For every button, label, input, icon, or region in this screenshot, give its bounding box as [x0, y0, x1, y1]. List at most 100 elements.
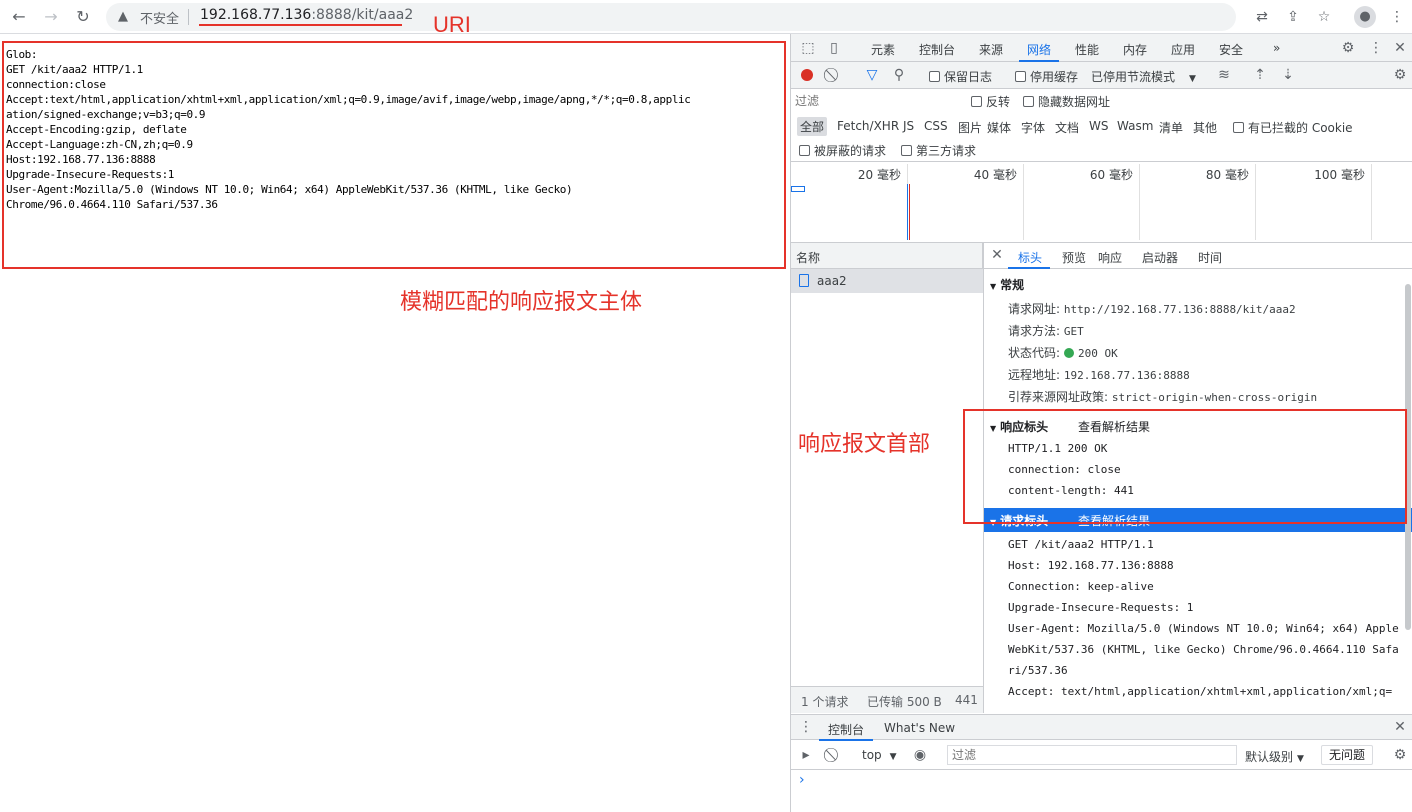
type-filter-3[interactable]: CSS: [924, 119, 948, 133]
drawer-tab-console[interactable]: 控制台: [828, 721, 864, 738]
issues-button[interactable]: 无问题: [1321, 745, 1373, 765]
insecure-label: 不安全: [140, 12, 180, 27]
console-settings-icon[interactable]: ⚙: [1391, 746, 1409, 764]
blocked-cookies-checkbox[interactable]: 有已拦截的 Cookie: [1233, 119, 1353, 136]
throttle-select[interactable]: 已停用节流模式 ▼: [1091, 68, 1196, 85]
device-toolbar-icon[interactable]: ▯: [825, 39, 843, 57]
general-value[interactable]: 192.168.77.136:8888: [1064, 369, 1190, 382]
tab-1[interactable]: 控制台: [919, 41, 955, 58]
general-row: 请求方法: GET: [1008, 322, 1084, 339]
inspect-icon[interactable]: ⬚: [799, 39, 817, 57]
type-filter-11[interactable]: 其他: [1193, 119, 1217, 136]
address-bar[interactable]: ▲ 不安全 192.168.77.136:8888/kit/aaa2: [106, 3, 1236, 31]
console-clear-icon[interactable]: ⃠: [825, 746, 843, 764]
filter-row: 反转 隐藏数据网址: [791, 89, 1412, 113]
third-party-checkbox[interactable]: 第三方请求: [901, 142, 976, 159]
chevron-down-icon: ▼: [1189, 74, 1196, 84]
context-select[interactable]: top ▼: [862, 748, 897, 762]
type-filter-8[interactable]: WS: [1089, 119, 1108, 133]
filter-input[interactable]: [795, 92, 959, 110]
status-bar: 1 个请求 已传输 500 B 441 B: [791, 686, 983, 713]
type-filter-2[interactable]: JS: [903, 119, 914, 133]
detail-tab-4[interactable]: 时间: [1198, 249, 1222, 266]
console-filter-input[interactable]: [947, 745, 1237, 765]
divider: [188, 9, 189, 25]
close-detail-icon[interactable]: ✕: [988, 246, 1006, 264]
record-icon[interactable]: [801, 69, 813, 81]
translate-icon[interactable]: ⇄: [1251, 6, 1273, 28]
detail-tab-3[interactable]: 启动器: [1142, 249, 1178, 266]
tab-7[interactable]: 安全: [1219, 41, 1243, 58]
drawer-menu-icon[interactable]: ⋮: [797, 718, 815, 736]
type-filter-10[interactable]: 清单: [1159, 119, 1183, 136]
timeline-tick-label: 80 毫秒: [1205, 168, 1249, 182]
settings-icon[interactable]: ⚙: [1339, 39, 1357, 57]
type-filter-4[interactable]: 图片: [958, 119, 982, 136]
disable-cache-checkbox[interactable]: 停用缓存: [1015, 68, 1078, 85]
preserve-log-checkbox[interactable]: 保留日志: [929, 68, 992, 85]
profile-avatar[interactable]: ●: [1354, 6, 1376, 28]
console-prompt-icon[interactable]: ›: [799, 772, 805, 788]
tab-3[interactable]: 网络: [1027, 41, 1051, 58]
network-settings-icon[interactable]: ⚙: [1391, 66, 1409, 84]
close-devtools-icon[interactable]: ✕: [1391, 39, 1409, 57]
hide-data-urls-checkbox[interactable]: 隐藏数据网址: [1023, 93, 1110, 110]
tab-2[interactable]: 来源: [979, 41, 1003, 58]
devtools-menu-icon[interactable]: ⋮: [1367, 39, 1385, 57]
reload-icon[interactable]: ↻: [72, 6, 94, 28]
general-value[interactable]: http://192.168.77.136:8888/kit/aaa2: [1064, 303, 1296, 316]
log-levels-select[interactable]: 默认级别 ▼: [1245, 748, 1304, 765]
general-section-toggle[interactable]: ▼ 常规: [990, 276, 1024, 293]
request-row[interactable]: aaa2: [791, 269, 983, 293]
forward-icon[interactable]: →: [40, 6, 62, 28]
body-line: Accept-Encoding:gzip, deflate: [6, 123, 187, 136]
menu-kebab-icon[interactable]: ⋮: [1386, 6, 1408, 28]
general-value[interactable]: strict-origin-when-cross-origin: [1112, 391, 1317, 404]
timeline-gridline: [1371, 164, 1372, 240]
general-key: 远程地址:: [1008, 368, 1061, 382]
detail-tab-0[interactable]: 标头: [1018, 249, 1042, 266]
blocked-requests-checkbox[interactable]: 被屏蔽的请求: [799, 142, 886, 159]
search-icon[interactable]: ⚲: [890, 66, 908, 84]
drawer-tab-whats-new[interactable]: What's New: [884, 721, 955, 735]
tab-8[interactable]: »: [1273, 41, 1280, 55]
type-filter-0[interactable]: 全部: [797, 117, 828, 136]
network-conditions-icon[interactable]: ≋: [1215, 66, 1233, 84]
type-filter-9[interactable]: Wasm: [1117, 119, 1153, 133]
detail-tab-1[interactable]: 预览: [1062, 249, 1086, 266]
dom-content-loaded-line: [907, 184, 908, 240]
body-line: GET /kit/aaa2 HTTP/1.1: [6, 63, 143, 76]
type-filter-6[interactable]: 字体: [1021, 119, 1045, 136]
general-title: 常规: [1000, 278, 1025, 292]
bookmark-star-icon[interactable]: ☆: [1313, 6, 1335, 28]
type-filter-5[interactable]: 媒体: [987, 119, 1011, 136]
sidebar-toggle-icon[interactable]: ▸: [797, 746, 815, 764]
eye-icon[interactable]: ◉: [911, 746, 929, 764]
export-har-icon[interactable]: ⇣: [1279, 66, 1297, 84]
drawer-tabbar: ⋮ 控制台 What's New ✕: [791, 714, 1412, 741]
type-filter-1[interactable]: Fetch/XHR: [837, 119, 899, 133]
filter-icon[interactable]: ▽: [863, 66, 881, 84]
clear-icon[interactable]: ⃠: [825, 66, 843, 84]
detail-tab-2[interactable]: 响应: [1098, 249, 1122, 266]
general-value[interactable]: GET: [1064, 325, 1084, 338]
tab-6[interactable]: 应用: [1171, 41, 1195, 58]
general-value[interactable]: 200 OK: [1078, 347, 1118, 360]
request-header-line: ri/537.36: [1008, 664, 1068, 677]
tab-5[interactable]: 内存: [1123, 41, 1147, 58]
tab-0[interactable]: 元素: [871, 41, 895, 58]
warning-icon[interactable]: ▲: [118, 9, 128, 24]
response-body-text: Glob: GET /kit/aaa2 HTTP/1.1 connection:cl…: [6, 47, 691, 212]
url-text[interactable]: 192.168.77.136:8888/kit/aaa2: [200, 7, 413, 23]
browser-toolbar: ← → ↻ ▲ 不安全 192.168.77.136:8888/kit/aaa2…: [0, 0, 1412, 34]
back-icon[interactable]: ←: [8, 6, 30, 28]
close-drawer-icon[interactable]: ✕: [1391, 718, 1409, 736]
type-filter-7[interactable]: 文档: [1055, 119, 1079, 136]
invert-checkbox[interactable]: 反转: [971, 93, 1010, 110]
header-annotation: 响应报文首部: [798, 432, 931, 457]
tab-4[interactable]: 性能: [1075, 41, 1099, 58]
import-har-icon[interactable]: ⇡: [1251, 66, 1269, 84]
throttle-label: 已停用节流模式: [1091, 70, 1176, 84]
name-column-header[interactable]: 名称: [791, 243, 983, 269]
share-icon[interactable]: ⇪: [1282, 6, 1304, 28]
